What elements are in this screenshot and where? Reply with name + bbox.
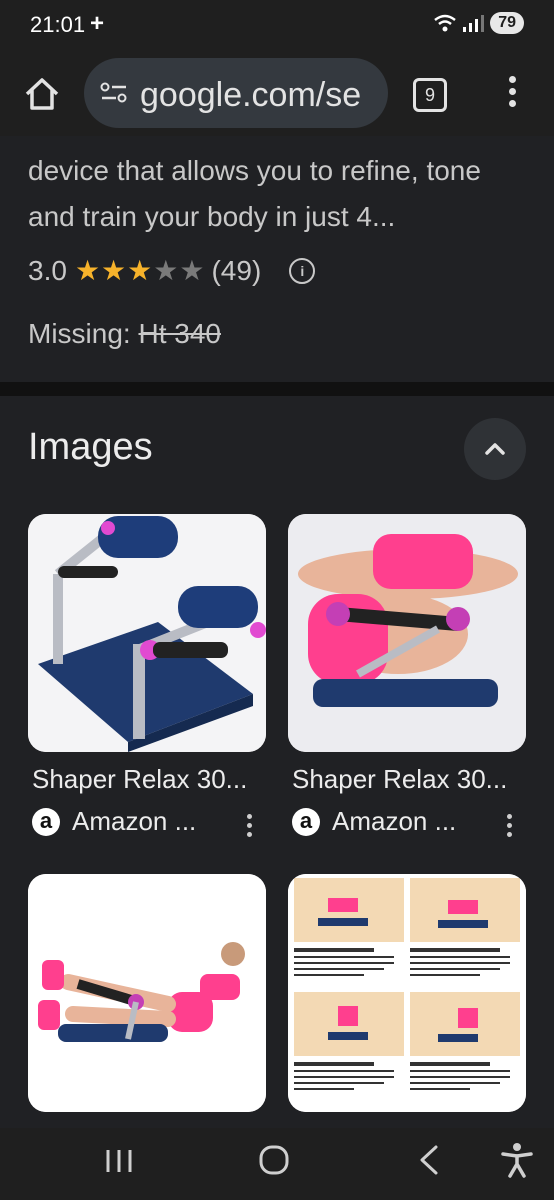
site-settings-icon[interactable] [100, 82, 128, 104]
status-icons: 79 [434, 12, 524, 34]
image-title-2[interactable]: Shaper Relax 30... [292, 764, 507, 795]
star-full-icon: ★ [127, 255, 153, 286]
images-section: Images Shaper Relax 30... a Amazon ... S… [0, 396, 554, 1128]
missing-terms-text: Ht 340 [138, 318, 221, 349]
signal-icon [463, 15, 485, 32]
address-bar[interactable]: google.com/se [84, 58, 388, 128]
ab-machine-image [28, 514, 266, 752]
more-options-icon[interactable] [244, 814, 254, 840]
star-full-icon: ★ [74, 255, 101, 286]
back-icon[interactable] [414, 1144, 444, 1176]
search-result-card: device that allows you to refine, tone a… [0, 136, 554, 382]
image-title-1[interactable]: Shaper Relax 30... [32, 764, 247, 795]
rating-value: 3.0 [28, 254, 67, 286]
image-thumbnail-2[interactable] [288, 514, 526, 752]
tab-switcher-button[interactable]: 9 [413, 78, 447, 112]
star-empty-icon: ★ [179, 255, 205, 286]
rating-row: 3.0 ★ ★ ★ ★ ★ (49) i [28, 254, 316, 287]
wifi-icon [434, 14, 456, 32]
woman-exercise-image [28, 874, 266, 1112]
status-plus: + [90, 10, 105, 37]
image-source-2[interactable]: a Amazon ... [292, 806, 456, 837]
star-empty-icon: ★ [153, 255, 179, 286]
browser-toolbar: google.com/se 9 [0, 52, 554, 136]
image-source-name-1: Amazon ... [72, 806, 197, 836]
accessibility-icon[interactable] [500, 1142, 534, 1178]
amazon-logo-icon: a [292, 807, 320, 836]
image-thumbnail-1[interactable] [28, 514, 266, 752]
star-full-icon: ★ [101, 255, 127, 286]
image-source-name-2: Amazon ... [332, 806, 457, 836]
home-icon[interactable] [22, 74, 62, 114]
chevron-up-icon [485, 443, 505, 455]
url-text[interactable]: google.com/se [140, 76, 361, 115]
images-heading: Images [28, 426, 153, 468]
info-icon[interactable]: i [289, 257, 316, 284]
section-divider [0, 382, 554, 396]
image-thumbnail-4[interactable] [288, 874, 526, 1112]
status-bar: 21:01 + 79 [0, 0, 554, 52]
home-nav-icon[interactable] [258, 1144, 290, 1176]
ab-machine-woman-image [288, 514, 526, 752]
browser-menu-icon[interactable] [500, 76, 524, 112]
amazon-logo-icon: a [32, 807, 60, 836]
system-nav-bar [0, 1128, 554, 1200]
recent-apps-icon[interactable] [104, 1146, 134, 1176]
missing-terms: Missing: Ht 340 [28, 318, 221, 350]
status-time: 21:01 [30, 12, 86, 37]
collapse-button[interactable] [464, 418, 526, 480]
exercise-guide-image [288, 874, 526, 1112]
more-options-icon[interactable] [504, 814, 514, 840]
missing-label: Missing: [28, 318, 131, 349]
image-source-1[interactable]: a Amazon ... [32, 806, 196, 837]
battery-indicator: 79 [490, 12, 524, 34]
image-thumbnail-3[interactable] [28, 874, 266, 1112]
result-description: device that allows you to refine, tone a… [28, 155, 481, 232]
review-count: (49) [211, 254, 262, 286]
